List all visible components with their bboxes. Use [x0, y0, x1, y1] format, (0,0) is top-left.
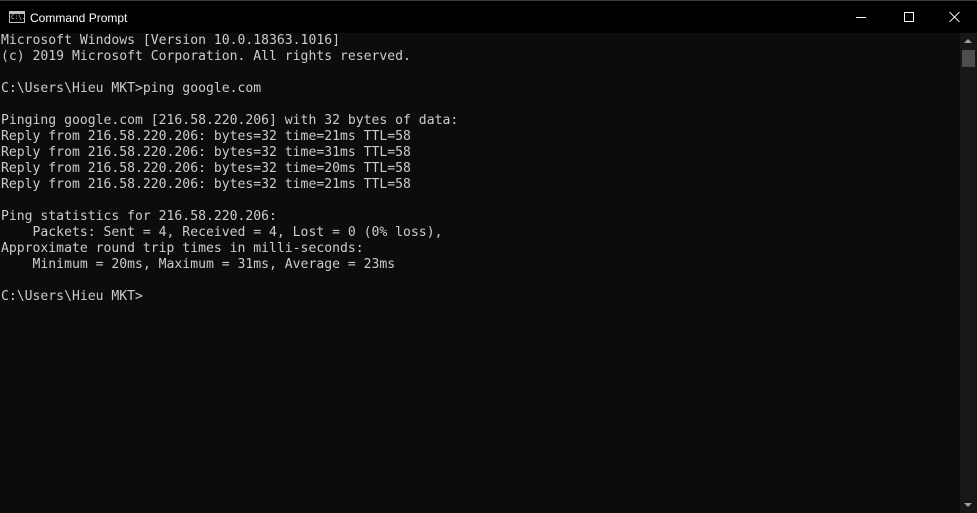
console-line: Packets: Sent = 4, Received = 4, Lost = … [1, 225, 443, 240]
console-line: Reply from 216.58.220.206: bytes=32 time… [1, 129, 411, 144]
scroll-thumb[interactable] [962, 50, 975, 67]
scroll-down-button[interactable] [960, 496, 977, 513]
close-button[interactable] [932, 1, 977, 33]
minimize-button[interactable] [838, 1, 884, 33]
console-line: Ping statistics for 216.58.220.206: [1, 209, 277, 224]
console-line: Pinging google.com [216.58.220.206] with… [1, 113, 459, 128]
console-line: Reply from 216.58.220.206: bytes=32 time… [1, 145, 411, 160]
window-title: Command Prompt [30, 11, 128, 25]
scroll-up-button[interactable] [960, 33, 977, 50]
minimize-icon [856, 17, 866, 18]
console-line: (c) 2019 Microsoft Corporation. All righ… [1, 49, 411, 64]
maximize-button[interactable] [886, 1, 932, 33]
console-line: Minimum = 20ms, Maximum = 31ms, Average … [1, 257, 396, 272]
maximize-icon [904, 12, 914, 22]
cmd-icon[interactable]: C:\. [9, 11, 25, 23]
command-prompt-window: C:\. Command Prompt Microsoft Windows [V… [0, 0, 977, 513]
arrow-up-icon [964, 39, 972, 43]
console-output[interactable]: Microsoft Windows [Version 10.0.18363.10… [0, 33, 960, 513]
console-line: Approximate round trip times in milli-se… [1, 241, 364, 256]
vertical-scrollbar[interactable] [960, 33, 977, 513]
arrow-down-icon [964, 503, 972, 507]
cmd-icon-text: C:\. [11, 14, 26, 21]
console-line: Reply from 216.58.220.206: bytes=32 time… [1, 161, 411, 176]
console-line: Reply from 216.58.220.206: bytes=32 time… [1, 177, 411, 192]
command-prompt-line[interactable]: C:\Users\Hieu MKT> [0, 289, 960, 305]
console-line: Microsoft Windows [Version 10.0.18363.10… [1, 33, 340, 48]
console-line: C:\Users\Hieu MKT>ping google.com [1, 81, 262, 96]
title-bar[interactable]: C:\. Command Prompt [0, 0, 977, 33]
close-icon [949, 11, 961, 23]
